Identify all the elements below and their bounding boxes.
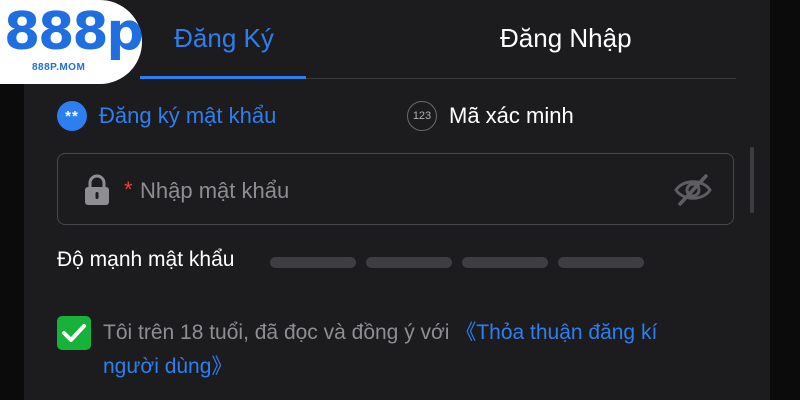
required-mark: * [124,177,133,202]
tab-register[interactable]: Đăng Ký [140,18,308,58]
password-asterisk-icon: ** [57,101,87,131]
strength-segment [270,257,356,268]
eye-slash-icon[interactable] [673,172,713,208]
agree-checkbox[interactable] [57,316,91,350]
tab-divider [306,78,736,79]
method-password-label: Đăng ký mật khẩu [99,103,277,128]
password-strength-label: Độ mạnh mật khẩu [57,248,235,271]
method-password-option[interactable]: ** Đăng ký mật khẩu [57,100,276,132]
brand-logo: 888p 888P.MOM [0,0,144,84]
method-code-option[interactable]: 123 Mã xác minh [407,100,574,132]
strength-segment [366,257,452,268]
user-agreement-link[interactable]: 《Thỏa thuận đăng kí [455,321,657,344]
tab-login[interactable]: Đăng Nhập [500,18,632,58]
logo-domain: 888P.MOM [32,62,86,73]
user-agreement-link-cont[interactable]: người dùng》 [103,355,232,378]
app-screen: 888p 888P.MOM Đăng Ký Đăng Nhập ** Đăng … [0,0,800,400]
logo-text: 888p [4,2,144,62]
agreement-text: Tôi trên 18 tuổi, đã đọc và đồng ý với 《… [103,316,743,384]
strength-segment [462,257,548,268]
password-input[interactable] [138,170,662,212]
strength-segment [558,257,644,268]
agreement-statement: Tôi trên 18 tuổi, đã đọc và đồng ý với [103,321,456,344]
lock-icon [85,174,109,205]
active-tab-indicator [140,76,306,79]
method-code-label: Mã xác minh [449,103,574,128]
numeric-code-icon: 123 [407,101,437,131]
password-field[interactable]: * [57,153,734,225]
checkmark-icon [62,324,86,342]
scrollbar-thumb[interactable] [750,147,754,213]
